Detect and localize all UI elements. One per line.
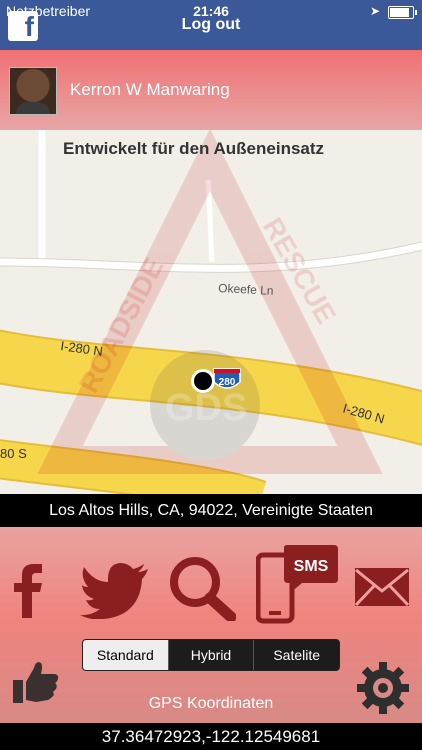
map-type-selector[interactable]: Standard Hybrid Satelite [82, 639, 340, 671]
location-pin-icon[interactable] [191, 369, 215, 393]
sms-phone-icon[interactable]: SMS [256, 545, 340, 625]
user-name: Kerron W Manwaring [70, 80, 230, 99]
sms-label: SMS [294, 558, 329, 575]
facebook-icon[interactable] [10, 562, 46, 618]
map-type-satellite[interactable]: Satelite [253, 640, 339, 670]
twitter-icon[interactable] [80, 563, 150, 619]
map-type-hybrid[interactable]: Hybrid [167, 640, 254, 670]
logout-button[interactable]: Log out [0, 16, 422, 34]
avatar [9, 67, 57, 115]
address-bar: Los Altos Hills, CA, 94022, Vereinigte S… [0, 494, 422, 527]
highway-label-3: 80 S [0, 446, 27, 461]
mail-icon[interactable] [354, 567, 410, 607]
street-label: Okeefe Ln [218, 281, 274, 298]
bottom-panel: SMS Standard Hybrid Satelite GPS Koordin… [0, 527, 422, 723]
search-icon[interactable] [168, 555, 236, 621]
page-title: Entwickelt für den Außeneinsatz [63, 139, 325, 158]
watermark-center-text: GDS [165, 387, 247, 429]
shield-number: 280 [219, 377, 236, 388]
user-bar: Kerron W Manwaring [0, 50, 422, 130]
gps-coordinates: 37.36472923,-122.12549681 [0, 723, 422, 750]
map-type-standard[interactable]: Standard [83, 640, 168, 670]
interstate-shield-icon: 280 [213, 368, 241, 389]
facebook-header: Netzbetreiber 21:46 ➤ f Log out [0, 0, 422, 50]
gps-label: GPS Koordinaten [148, 695, 274, 712]
